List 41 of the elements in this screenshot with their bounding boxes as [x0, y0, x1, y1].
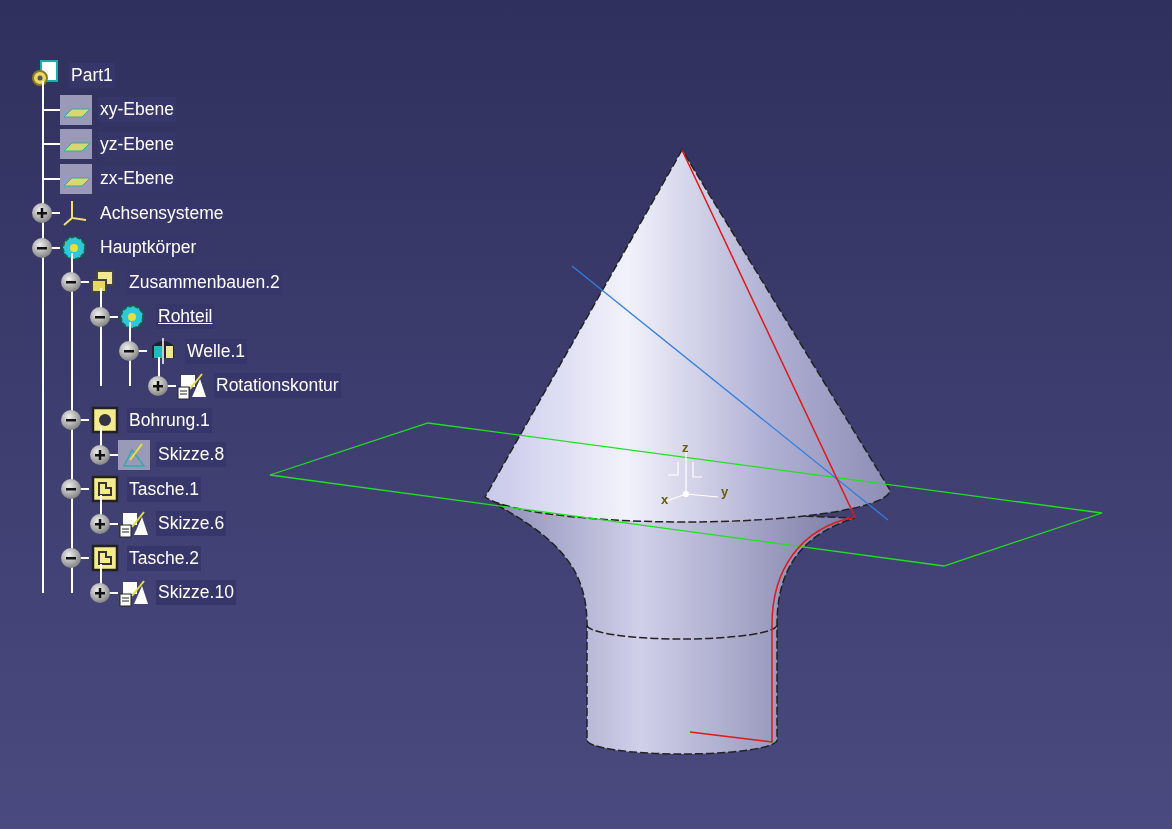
expand-button[interactable]: [90, 582, 110, 603]
expand-button[interactable]: [90, 513, 110, 534]
plus-icon: [36, 207, 48, 220]
plus-icon: [94, 586, 106, 599]
collapse-button[interactable]: [61, 548, 81, 569]
tree-item-label[interactable]: Welle.1: [185, 338, 248, 364]
tree-item-label[interactable]: Rotationskontur: [214, 373, 341, 399]
plus-icon: [152, 379, 164, 392]
collapse-button[interactable]: [119, 341, 139, 362]
plane-icon: [60, 163, 92, 194]
axis-label: y: [721, 484, 729, 499]
hidden-sketch-icon: [118, 439, 150, 470]
tree-item-label[interactable]: yz-Ebene: [98, 131, 176, 157]
tree-item-label[interactable]: Skizze.10: [156, 580, 236, 606]
tree-item-label[interactable]: Part1: [69, 62, 115, 88]
tree-item-label[interactable]: Tasche.2: [127, 545, 202, 571]
collapse-button[interactable]: [61, 479, 81, 500]
expand-button[interactable]: [32, 203, 52, 224]
tree-item-label[interactable]: Skizze.6: [156, 511, 227, 537]
tree-item-label[interactable]: Skizze.8: [156, 442, 227, 468]
plus-icon: [94, 517, 106, 530]
axis-label: x: [661, 492, 669, 507]
tree-item-label[interactable]: Tasche.1: [127, 476, 202, 502]
hole-feature-icon: [89, 405, 121, 436]
tree-item-label[interactable]: zx-Ebene: [98, 166, 176, 192]
tree-item-label[interactable]: Achsensysteme: [98, 200, 226, 226]
plus-icon: [94, 448, 106, 461]
axis-label: z: [682, 440, 689, 455]
tree-item-label[interactable]: Bohrung.1: [127, 407, 212, 433]
collapse-button[interactable]: [61, 410, 81, 431]
pocket-feature-icon: [89, 474, 121, 505]
expand-button[interactable]: [90, 444, 110, 465]
collapse-button[interactable]: [61, 272, 81, 293]
tree-item-label[interactable]: xy-Ebene: [98, 97, 176, 123]
collapse-button[interactable]: [90, 306, 110, 327]
plane-icon: [60, 94, 92, 125]
expand-button[interactable]: [148, 375, 168, 396]
pocket-feature-icon: [89, 543, 121, 574]
plane-icon: [60, 129, 92, 160]
tree-item-label[interactable]: Rohteil: [156, 304, 215, 330]
collapse-button[interactable]: [32, 237, 52, 258]
